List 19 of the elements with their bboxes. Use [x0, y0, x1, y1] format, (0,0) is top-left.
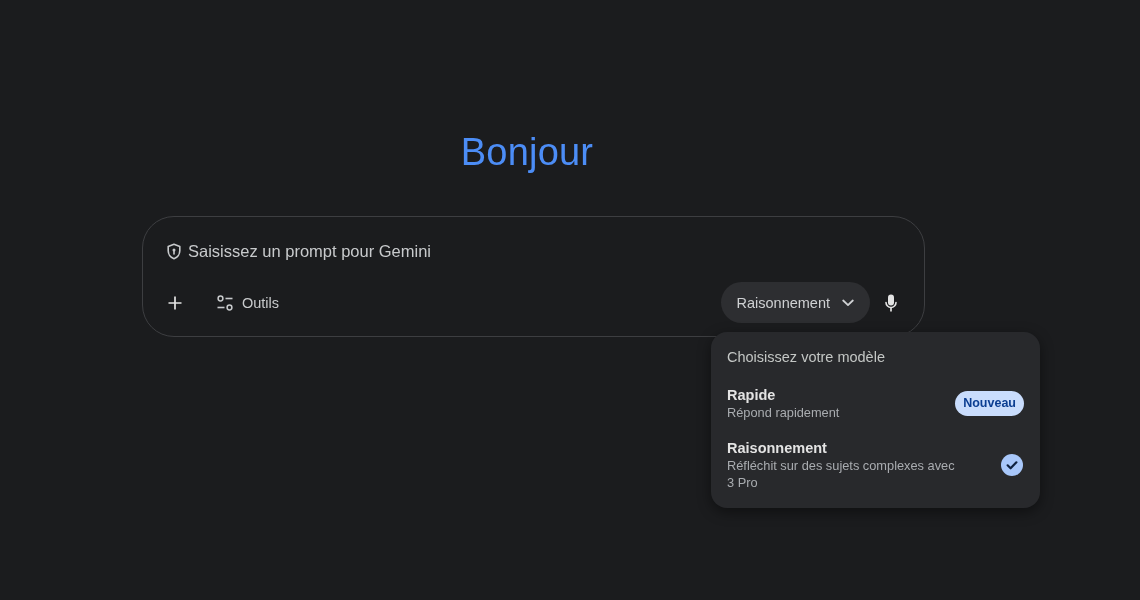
new-badge: Nouveau	[955, 391, 1024, 416]
model-option[interactable]: Rapide Répond rapidement Nouveau	[727, 377, 1024, 430]
option-name: Rapide	[727, 386, 776, 404]
sliders-icon	[217, 294, 233, 311]
prompt-input[interactable]: Saisissez un prompt pour Gemini	[188, 240, 488, 262]
microphone-button[interactable]	[885, 293, 897, 312]
chevron-down-icon	[842, 298, 854, 307]
option-description: Réfléchit sur des sujets complexes avec 3 Pro	[727, 457, 956, 491]
plus-icon	[168, 295, 182, 310]
option-name: Raisonnement	[727, 439, 827, 457]
shield-icon	[166, 242, 182, 260]
tools-button[interactable]: Outils	[217, 292, 280, 313]
greeting-title: Bonjour	[460, 130, 594, 175]
menu-title: Choisissez votre modèle	[727, 348, 885, 367]
microphone-icon	[885, 293, 897, 312]
option-description: Répond rapidement	[727, 404, 840, 421]
model-option[interactable]: Raisonnement Réfléchit sur des sujets complexes avec 3 Pro	[727, 430, 1024, 500]
add-button[interactable]	[168, 295, 182, 310]
model-select-button[interactable]: Raisonnement	[720, 282, 870, 323]
